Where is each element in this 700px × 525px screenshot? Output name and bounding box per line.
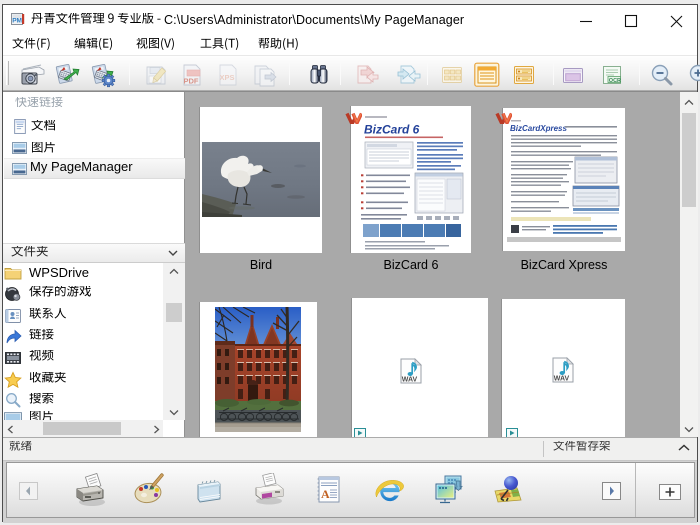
svg-text:PM: PM — [12, 18, 22, 25]
svg-text:OCR: OCR — [609, 78, 621, 84]
svg-text:BizCardXpress: BizCardXpress — [510, 124, 567, 133]
svg-text:WAV: WAV — [554, 376, 570, 383]
svg-text:BizCard 6: BizCard 6 — [364, 123, 420, 137]
svg-text:WAV: WAV — [402, 377, 418, 384]
svg-text:A: A — [321, 487, 330, 501]
svg-text:PDF: PDF — [184, 77, 199, 86]
svg-text:XPS: XPS — [220, 73, 235, 82]
